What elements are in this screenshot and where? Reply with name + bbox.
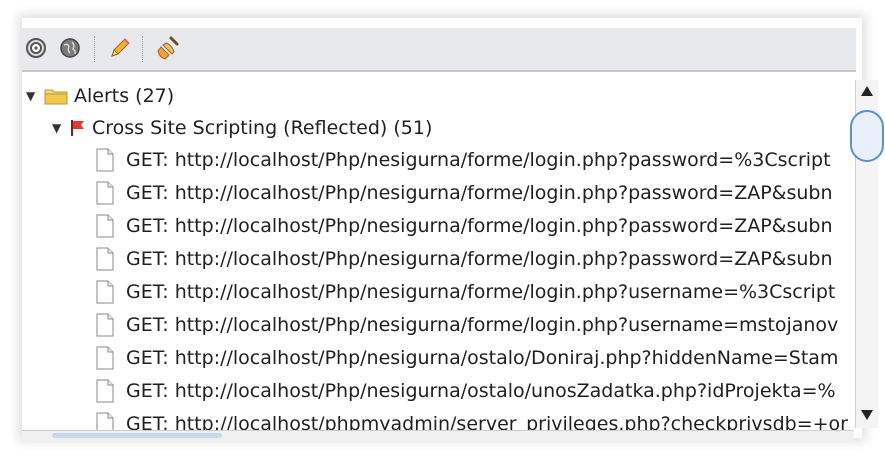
toolbar-separator (94, 36, 95, 62)
alert-url: GET: http://localhost/Php/nesigurna/form… (126, 149, 831, 171)
alert-url: GET: http://localhost/Php/nesigurna/form… (126, 281, 836, 303)
alert-url: GET: http://localhost/phpmyadmin/server_… (126, 413, 848, 430)
alert-item[interactable]: GET: http://localhost/Php/nesigurna/form… (96, 144, 831, 176)
globe-icon[interactable] (56, 34, 84, 62)
alert-url: GET: http://localhost/Php/nesigurna/form… (126, 215, 833, 237)
tree-node-alerts[interactable]: ▼ Alerts (27) (26, 80, 174, 112)
alert-item[interactable]: GET: http://localhost/Php/nesigurna/form… (96, 243, 833, 275)
scroll-thumb[interactable] (850, 110, 884, 162)
alert-item[interactable]: GET: http://localhost/Php/nesigurna/osta… (96, 375, 836, 407)
scroll-down-icon[interactable] (861, 410, 873, 420)
document-icon (96, 247, 114, 271)
document-icon (96, 214, 114, 238)
alert-url: GET: http://localhost/Php/nesigurna/osta… (126, 380, 836, 402)
document-icon (96, 148, 114, 172)
document-icon (96, 313, 114, 337)
alerts-tree: ▼ Alerts (27) ▼ Cross Site Scripting (Re… (22, 78, 854, 430)
broom-icon[interactable] (154, 34, 182, 62)
document-icon (96, 346, 114, 370)
target-icon[interactable] (22, 34, 50, 62)
document-icon (96, 412, 114, 430)
alert-url: GET: http://localhost/Php/nesigurna/osta… (126, 347, 839, 369)
document-icon (96, 280, 114, 304)
document-icon (96, 379, 114, 403)
alert-item[interactable]: GET: http://localhost/phpmyadmin/server_… (96, 408, 848, 430)
tree-node-label: Alerts (27) (74, 85, 175, 107)
alert-url: GET: http://localhost/Php/nesigurna/form… (126, 314, 839, 336)
alert-url: GET: http://localhost/Php/nesigurna/form… (126, 248, 833, 270)
alert-item[interactable]: GET: http://localhost/Php/nesigurna/form… (96, 309, 838, 341)
flag-icon (71, 120, 84, 136)
horizontal-scroll-thumb[interactable] (52, 433, 222, 438)
expand-toggle-icon[interactable]: ▼ (52, 121, 66, 135)
document-icon (96, 181, 114, 205)
alerts-toolbar (22, 28, 856, 72)
toolbar-separator (142, 36, 143, 62)
alert-item[interactable]: GET: http://localhost/Php/nesigurna/osta… (96, 342, 838, 374)
tree-node-label: Cross Site Scripting (Reflected) (51) (92, 117, 433, 139)
expand-toggle-icon[interactable]: ▼ (26, 89, 40, 103)
vertical-scrollbar[interactable] (850, 80, 884, 428)
horizontal-scrollbar[interactable] (22, 430, 854, 441)
tree-node-xss-reflected[interactable]: ▼ Cross Site Scripting (Reflected) (51) (52, 112, 432, 144)
alert-url: GET: http://localhost/Php/nesigurna/form… (126, 182, 833, 204)
folder-icon (44, 89, 68, 105)
pencil-icon[interactable] (106, 34, 134, 62)
alert-item[interactable]: GET: http://localhost/Php/nesigurna/form… (96, 276, 835, 308)
alert-item[interactable]: GET: http://localhost/Php/nesigurna/form… (96, 210, 833, 242)
alert-item[interactable]: GET: http://localhost/Php/nesigurna/form… (96, 177, 833, 209)
scroll-up-icon[interactable] (861, 86, 873, 96)
